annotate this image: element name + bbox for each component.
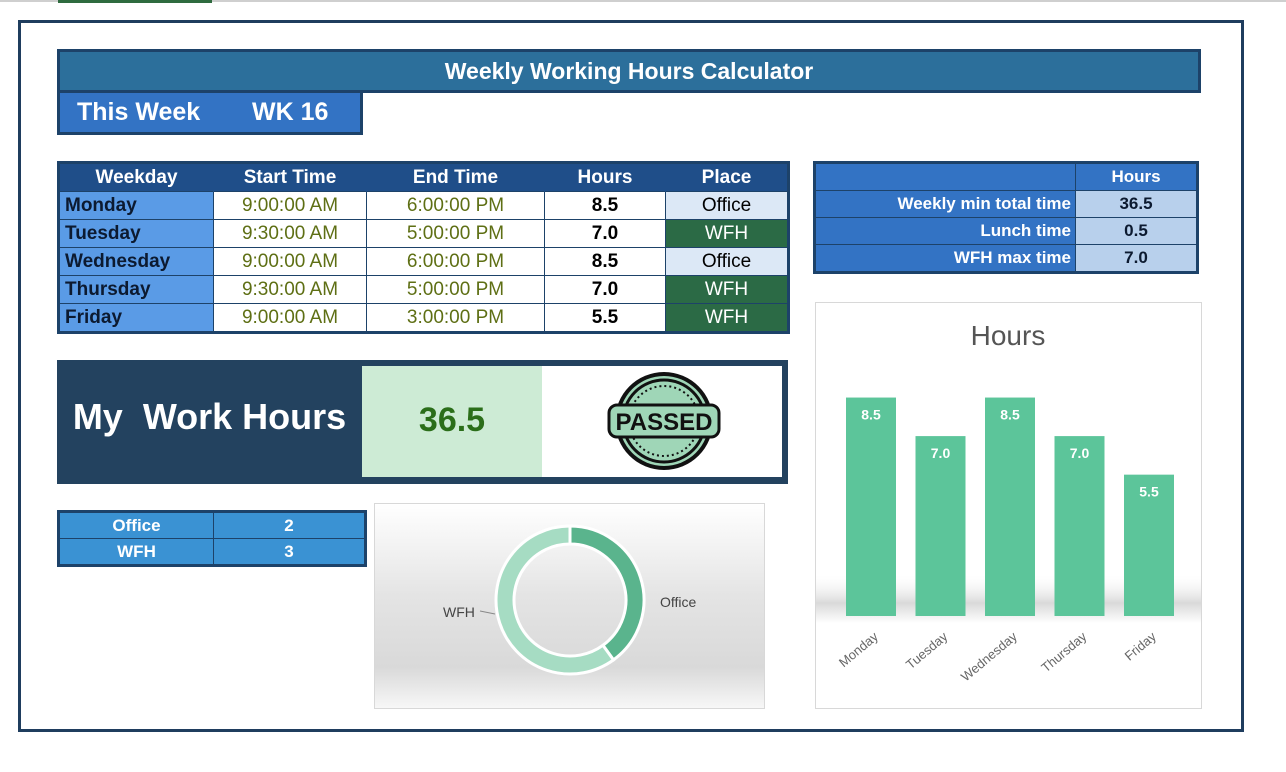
place-cell[interactable]: WFH (665, 275, 789, 304)
place-cell[interactable]: WFH (665, 219, 789, 248)
settings-header-row: Hours (814, 162, 1198, 191)
category-label: Tuesday (903, 628, 951, 672)
weekday-cell[interactable]: Monday (58, 191, 214, 220)
hours-bar-chart[interactable]: Hours 8.5 Monday 7.0 Tuesday 8.5 Wednesday 7.0… (815, 302, 1202, 709)
weekday-cell[interactable]: Thursday (58, 275, 214, 304)
start-time-cell[interactable]: 9:00:00 AM (213, 191, 367, 220)
bar-thursday[interactable] (1054, 436, 1105, 616)
donut-label-wfh: WFH (443, 604, 475, 620)
column-header: Hours (544, 162, 666, 192)
setting-label: Lunch time (814, 217, 1076, 245)
stamp-text: PASSED (616, 409, 713, 436)
schedule-table: Weekday Start Time End Time Hours Place … (57, 161, 790, 334)
place-cell[interactable]: Office (665, 247, 789, 276)
weekday-cell[interactable]: Tuesday (58, 219, 214, 248)
column-header: End Time (366, 162, 545, 192)
settings-header: Hours (1075, 162, 1198, 191)
place-count-table: Office 2 WFH 3 (57, 510, 367, 567)
start-time-cell[interactable]: 9:00:00 AM (213, 303, 367, 333)
column-header: Place (665, 162, 789, 192)
table-row: Thursday 9:30:00 AM 5:00:00 PM 7.0 WFH (58, 275, 789, 304)
donut-label-office: Office (660, 594, 697, 610)
place-cell[interactable]: Office (665, 191, 789, 220)
category-label: Monday (836, 628, 881, 670)
bar-value-label: 7.0 (1070, 445, 1090, 461)
category-label: Wednesday (958, 628, 1020, 684)
wfh-leader-line (479, 610, 496, 615)
donut-svg: Office WFH (443, 524, 697, 676)
dashboard-title: Weekly Working Hours Calculator (57, 49, 1201, 93)
week-label: This Week (77, 98, 201, 126)
end-time-cell[interactable]: 5:00:00 PM (366, 275, 545, 304)
weekday-cell[interactable]: Wednesday (58, 247, 214, 276)
bar-wednesday[interactable] (985, 397, 1035, 616)
column-header: Weekday (58, 162, 214, 192)
start-time-cell[interactable]: 9:00:00 AM (213, 247, 367, 276)
hours-cell[interactable]: 7.0 (544, 275, 666, 304)
hours-cell[interactable]: 8.5 (544, 191, 666, 220)
category-label: Thursday (1038, 628, 1090, 675)
count-label: WFH (58, 538, 214, 566)
table-row: Friday 9:00:00 AM 3:00:00 PM 5.5 WFH (58, 303, 789, 333)
place-donut-chart[interactable]: Office WFH (374, 503, 765, 709)
count-value[interactable]: 3 (213, 538, 366, 566)
start-time-cell[interactable]: 9:30:00 AM (213, 275, 367, 304)
bar-value-label: 8.5 (861, 407, 881, 423)
table-row: Office 2 (58, 511, 366, 539)
stamp-container: PASSED (542, 366, 782, 477)
table-row: WFH 3 (58, 538, 366, 566)
hours-cell[interactable]: 8.5 (544, 247, 666, 276)
end-time-cell[interactable]: 5:00:00 PM (366, 219, 545, 248)
settings-header-blank (814, 162, 1076, 191)
count-label: Office (58, 511, 214, 539)
bar-value-label: 8.5 (1000, 407, 1020, 423)
end-time-cell[interactable]: 6:00:00 PM (366, 247, 545, 276)
table-row: Wednesday 9:00:00 AM 6:00:00 PM 8.5 Offi… (58, 247, 789, 276)
weekday-cell[interactable]: Friday (58, 303, 214, 333)
bar-monday[interactable] (846, 397, 896, 616)
hours-cell[interactable]: 7.0 (544, 219, 666, 248)
hours-cell[interactable]: 5.5 (544, 303, 666, 333)
bar-chart-svg: Hours 8.5 Monday 7.0 Tuesday 8.5 Wednesday 7.0… (816, 320, 1201, 684)
table-row: Lunch time 0.5 (814, 217, 1198, 245)
table-row: Monday 9:00:00 AM 6:00:00 PM 8.5 Office (58, 191, 789, 220)
table-row: Tuesday 9:30:00 AM 5:00:00 PM 7.0 WFH (58, 219, 789, 248)
count-value[interactable]: 2 (213, 511, 366, 539)
setting-value[interactable]: 36.5 (1075, 190, 1198, 218)
setting-label: Weekly min total time (814, 190, 1076, 218)
summary-value[interactable]: 36.5 (362, 366, 542, 477)
place-cell[interactable]: WFH (665, 303, 789, 333)
settings-table: Hours Weekly min total time 36.5 Lunch t… (813, 161, 1199, 274)
table-row: WFH max time 7.0 (814, 244, 1198, 273)
bar-tuesday[interactable] (915, 436, 966, 616)
setting-label: WFH max time (814, 244, 1076, 273)
sheet-tab-indicator[interactable] (58, 0, 212, 3)
donut-slice-office[interactable] (568, 524, 646, 662)
schedule-header-row: Weekday Start Time End Time Hours Place (58, 162, 789, 192)
summary-label: My Work Hours (72, 396, 347, 437)
bar-value-label: 7.0 (931, 445, 951, 461)
setting-value[interactable]: 7.0 (1075, 244, 1198, 273)
table-row: Weekly min total time 36.5 (814, 190, 1198, 218)
bar-value-label: 5.5 (1139, 484, 1159, 500)
start-time-cell[interactable]: 9:30:00 AM (213, 219, 367, 248)
column-header: Start Time (213, 162, 367, 192)
week-indicator: This Week WK 16 (57, 93, 363, 135)
end-time-cell[interactable]: 6:00:00 PM (366, 191, 545, 220)
category-label: Friday (1122, 628, 1160, 663)
end-time-cell[interactable]: 3:00:00 PM (366, 303, 545, 333)
setting-value[interactable]: 0.5 (1075, 217, 1198, 245)
week-value[interactable]: WK 16 (252, 98, 328, 127)
chart-title: Hours (971, 320, 1046, 351)
work-hours-summary: My Work Hours 36.5 PASSED (57, 360, 788, 484)
passed-stamp-icon: PASSED (607, 372, 721, 470)
